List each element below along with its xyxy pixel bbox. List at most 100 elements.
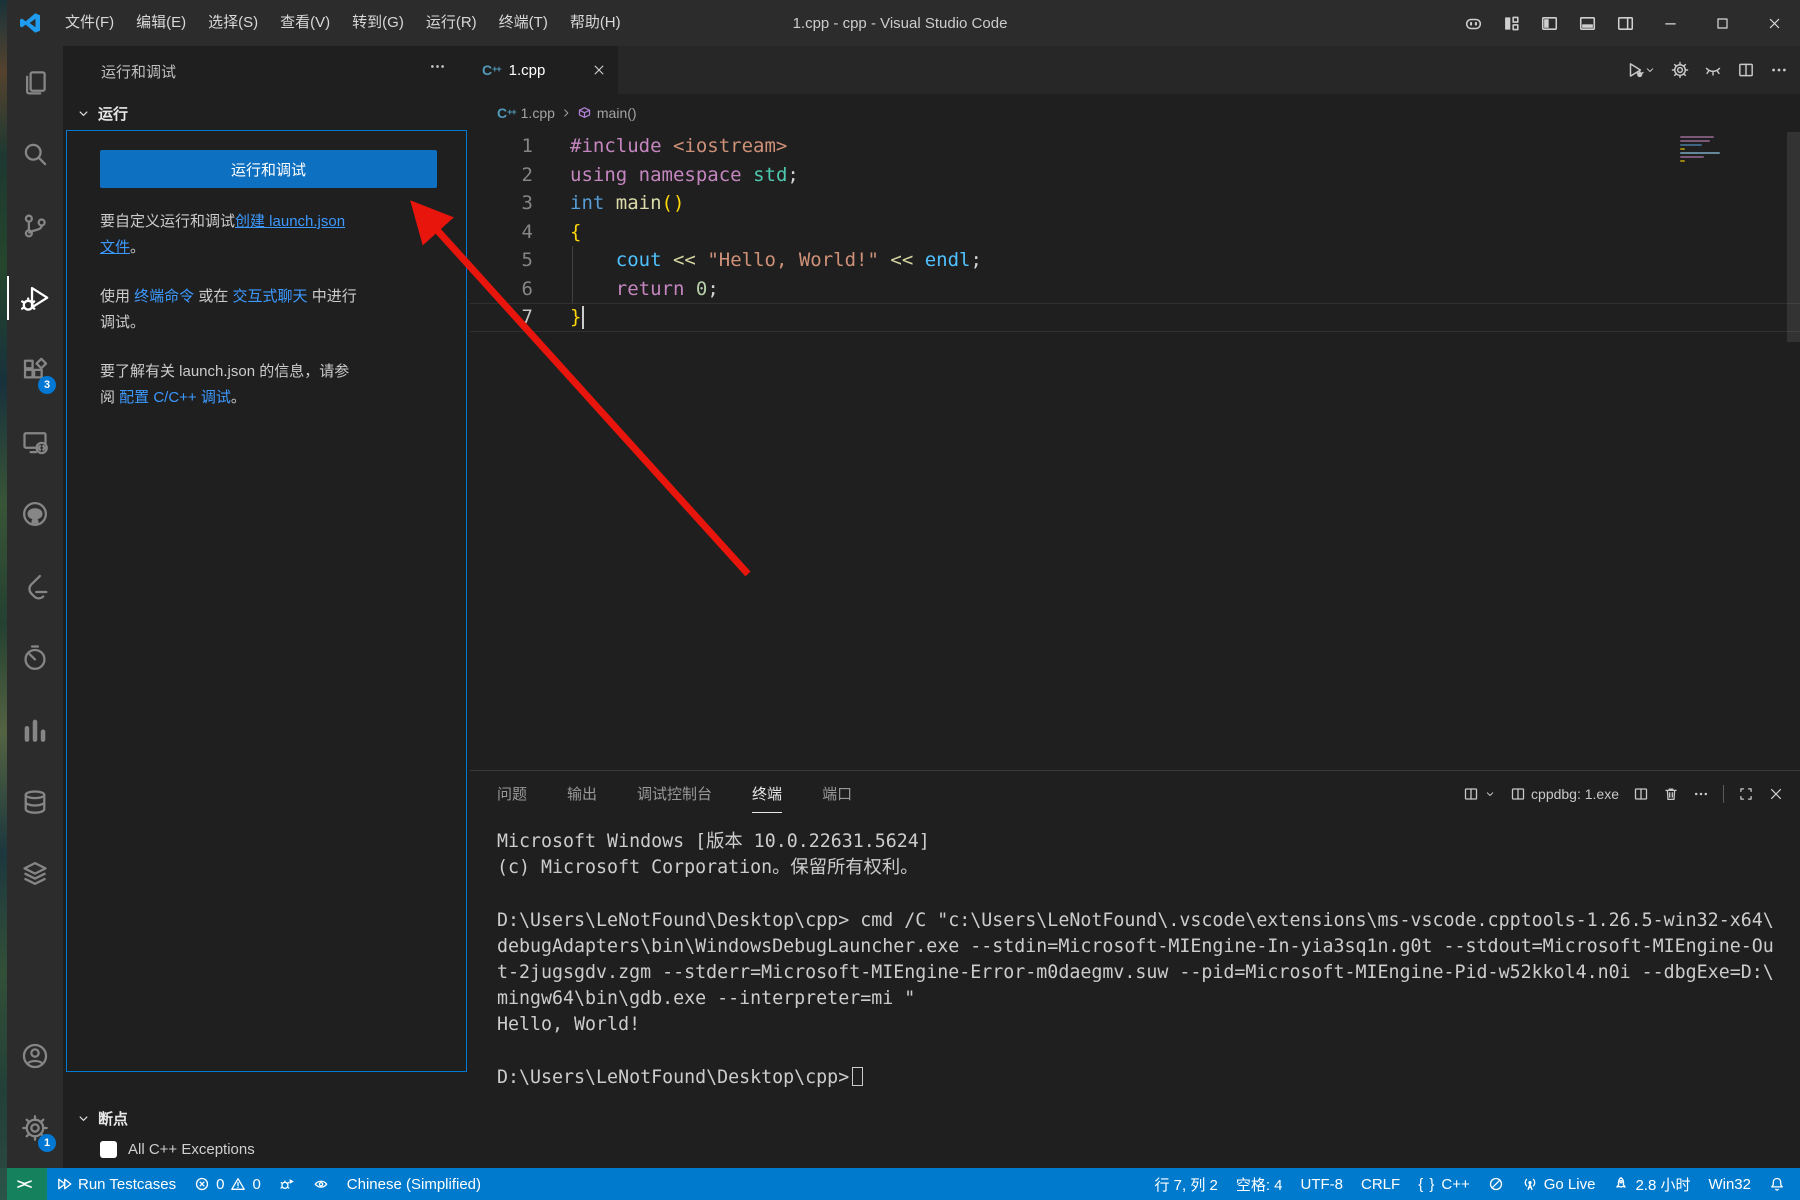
sidebar-link[interactable]: 交互式聊天 (233, 288, 308, 305)
menu-item[interactable]: 查看(V) (269, 0, 341, 46)
debug-run-button[interactable] (1626, 61, 1656, 79)
terminal-line: debugAdapters\bin\WindowsDebugLauncher.e… (497, 934, 1800, 960)
maximize-button[interactable] (1696, 0, 1748, 46)
activity-explorer[interactable] (7, 46, 63, 118)
toggle-secondary-sidebar-icon[interactable] (1606, 7, 1644, 39)
run-testcases-button[interactable]: Run Testcases (47, 1168, 185, 1200)
extension-disabled[interactable] (1479, 1168, 1513, 1200)
badge: 1 (38, 1134, 56, 1152)
time-tracker[interactable]: 2.8 小时 (1604, 1168, 1699, 1200)
maximize-panel-button[interactable] (1738, 786, 1754, 802)
activity-leetcode[interactable] (7, 550, 63, 622)
trash-icon (1663, 786, 1679, 802)
code-line: 2using namespace std; (470, 161, 1800, 190)
activity-chart[interactable] (7, 694, 63, 766)
terminal-line: D:\Users\LeNotFound\Desktop\cpp> (497, 1065, 1800, 1091)
terminal-list-item[interactable]: cppdbg: 1.exe (1510, 786, 1619, 802)
leetcode-icon (21, 572, 49, 600)
chevron-down-icon (76, 106, 91, 121)
eol[interactable]: CRLF (1352, 1168, 1409, 1200)
activity-github[interactable] (7, 478, 63, 550)
launch-profile-button[interactable] (1463, 786, 1496, 802)
all-cpp-exceptions-checkbox[interactable] (100, 1141, 117, 1158)
activity-remote-explorer[interactable] (7, 406, 63, 478)
kill-terminal-button[interactable] (1663, 786, 1679, 802)
activity-timer[interactable] (7, 622, 63, 694)
menu-item[interactable]: 帮助(H) (559, 0, 632, 46)
platform[interactable]: Win32 (1699, 1168, 1760, 1200)
split-editor-button[interactable] (1737, 61, 1755, 79)
activity-layers[interactable] (7, 838, 63, 910)
activity-source-control[interactable] (7, 190, 63, 262)
breadcrumb-item[interactable]: 1.cpp (521, 105, 555, 121)
panel-tab-端口[interactable]: 端口 (822, 783, 852, 804)
label: CRLF (1361, 1176, 1400, 1193)
remote-indicator[interactable]: >< (0, 1168, 47, 1200)
panel-tab-终端[interactable]: 终端 (752, 783, 782, 804)
menu-item[interactable]: 编辑(E) (125, 0, 197, 46)
screencast-status[interactable] (304, 1168, 338, 1200)
line-number: 7 (470, 303, 533, 332)
menu-item[interactable]: 文件(F) (54, 0, 125, 46)
indentation[interactable]: 空格: 4 (1227, 1168, 1292, 1200)
label: 0 (216, 1176, 224, 1193)
sidebar-link[interactable]: 配置 C/C++ 调试 (119, 389, 231, 406)
activity-database[interactable] (7, 766, 63, 838)
timer-icon (21, 644, 49, 672)
code-editor[interactable]: 1#include <iostream>2using namespace std… (470, 132, 1800, 770)
breadcrumb-item[interactable]: main() (597, 105, 637, 121)
go-live[interactable]: Go Live (1513, 1168, 1605, 1200)
panel-more-actions[interactable] (1693, 786, 1709, 802)
panel-tab-问题[interactable]: 问题 (497, 783, 527, 804)
split-terminal-button[interactable] (1633, 786, 1649, 802)
terminal-line: (c) Microsoft Corporation。保留所有权利。 (497, 855, 1800, 881)
sidebar-more-actions[interactable] (429, 58, 446, 75)
settings-gear-button[interactable] (1671, 61, 1689, 79)
minimize-button[interactable] (1644, 0, 1696, 46)
debug-status[interactable] (270, 1168, 304, 1200)
symbol-method-icon (577, 106, 592, 121)
editor-scrollbar[interactable] (1787, 132, 1800, 342)
toggle-sidebar-icon[interactable] (1530, 7, 1568, 39)
encoding[interactable]: UTF-8 (1292, 1168, 1353, 1200)
toggle-hints-button[interactable] (1704, 61, 1722, 79)
toggle-panel-icon[interactable] (1568, 7, 1606, 39)
menu-item[interactable]: 运行(R) (415, 0, 488, 46)
activity-extensions[interactable]: 3 (7, 334, 63, 406)
copilot-icon (1464, 14, 1483, 33)
close-panel-button[interactable] (1768, 786, 1784, 802)
terminal-line: Microsoft Windows [版本 10.0.22631.5624] (497, 829, 1800, 855)
tab-1cpp[interactable]: C++ 1.cpp (470, 46, 618, 94)
menu-item[interactable]: 终端(T) (488, 0, 559, 46)
close-button[interactable] (1748, 0, 1800, 46)
minimap[interactable] (1680, 134, 1726, 164)
breadcrumb[interactable]: C++1.cppmain() (470, 94, 1800, 132)
terminal-line (497, 881, 1800, 907)
run-and-debug-button[interactable]: 运行和调试 (100, 150, 437, 188)
editor-more-actions[interactable] (1770, 61, 1788, 79)
run-section-header[interactable]: 运行 (76, 103, 128, 124)
menu-item[interactable]: 转到(G) (341, 0, 415, 46)
terminal-output[interactable]: Microsoft Windows [版本 10.0.22631.5624](c… (470, 816, 1800, 1091)
copilot-icon[interactable] (1454, 7, 1492, 39)
activity-settings[interactable]: 1 (7, 1092, 63, 1164)
cursor-position[interactable]: 行 7, 列 2 (1145, 1168, 1226, 1200)
display-language[interactable]: Chinese (Simplified) (338, 1168, 490, 1200)
activity-account[interactable] (7, 1020, 63, 1092)
close-tab-icon[interactable] (592, 63, 606, 77)
language-mode[interactable]: { }C++ (1409, 1168, 1479, 1200)
minimize-icon (1663, 16, 1678, 31)
panel-tab-输出[interactable]: 输出 (567, 783, 597, 804)
sidebar-link[interactable]: 终端命令 (134, 288, 194, 305)
activity-run-debug[interactable] (7, 262, 63, 334)
line-number: 3 (470, 189, 533, 218)
breakpoints-header[interactable]: 断点 (76, 1108, 483, 1129)
layout-icon[interactable] (1492, 7, 1530, 39)
menu-item[interactable]: 选择(S) (197, 0, 269, 46)
panel-tab-调试控制台[interactable]: 调试控制台 (637, 783, 712, 804)
bottom-panel: 问题 输出 调试控制台 终端 端口 cppdbg: 1.exe Microsoft Wi… (470, 770, 1800, 1168)
activity-bar: 31 (7, 46, 63, 1168)
problems-status[interactable]: 00 (185, 1168, 270, 1200)
notifications-bell[interactable] (1760, 1168, 1794, 1200)
activity-search[interactable] (7, 118, 63, 190)
